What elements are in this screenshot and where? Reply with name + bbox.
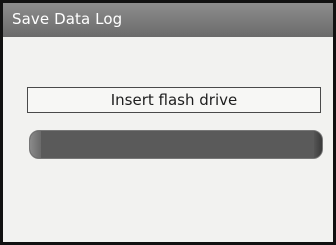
device-screen: Save Data Log Insert flash drive: [0, 0, 336, 245]
progress-fill: [30, 131, 322, 158]
message-box: Insert flash drive: [27, 87, 321, 113]
status-message: Insert flash drive: [110, 91, 238, 109]
progress-bar-right-cap: [314, 131, 322, 158]
progress-bar-left-cap: [30, 131, 41, 158]
title-bar: Save Data Log: [3, 3, 333, 37]
progress-bar: [29, 130, 323, 159]
content-area: Insert flash drive: [3, 37, 333, 242]
window-title: Save Data Log: [12, 10, 123, 28]
